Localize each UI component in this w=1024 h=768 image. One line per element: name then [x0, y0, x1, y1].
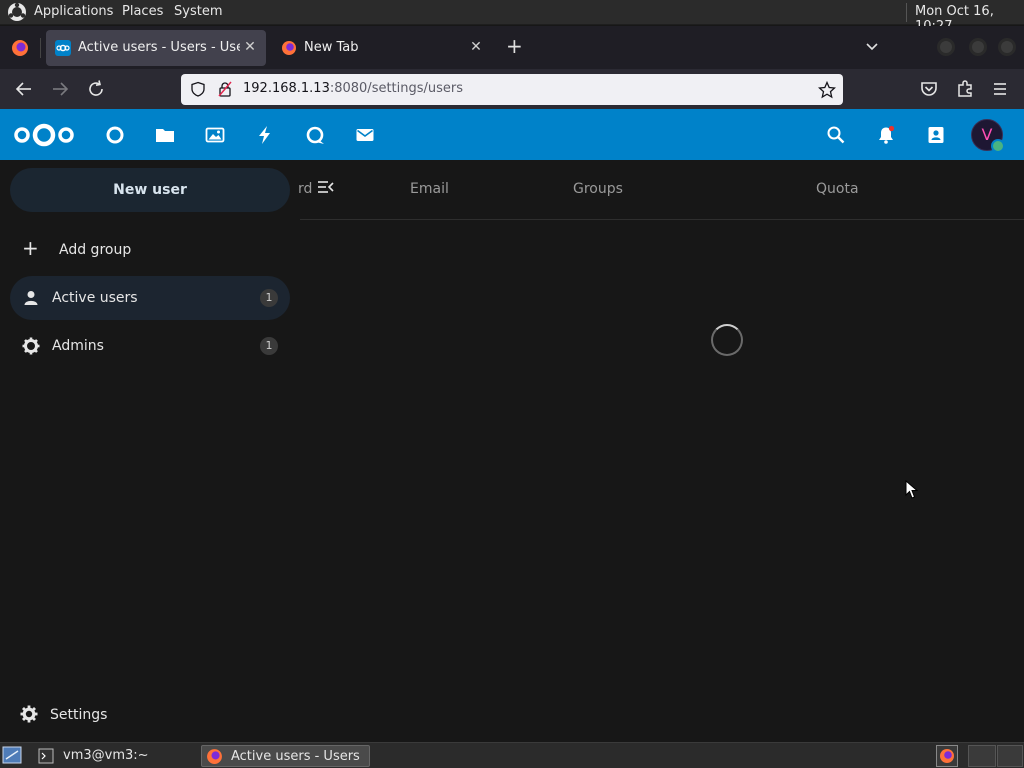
user-count-badge: 1 — [260, 289, 278, 307]
close-tab-icon[interactable]: ✕ — [468, 39, 484, 55]
nav-item-active-users[interactable]: Active users 1 — [10, 276, 290, 320]
nextcloud-favicon-icon — [55, 40, 71, 56]
workspace-3[interactable] — [997, 745, 1023, 767]
photos-icon[interactable] — [205, 125, 225, 145]
pocket-icon[interactable] — [917, 77, 941, 101]
reload-icon[interactable] — [84, 77, 108, 101]
column-header-quota: Quota — [816, 181, 859, 197]
nav-item-label: Admins — [52, 338, 104, 354]
plus-icon: + — [22, 236, 39, 260]
hamburger-menu-icon[interactable] — [988, 77, 1012, 101]
menu-places[interactable]: Places — [122, 4, 163, 19]
search-icon[interactable] — [826, 125, 846, 145]
new-user-button[interactable]: New user — [10, 168, 290, 212]
taskbar-item-firefox[interactable]: Active users - Users ... — [201, 745, 370, 767]
avatar-letter: V — [981, 125, 993, 144]
browser-nav-bar: 192.168.1.13:8080/settings/users — [0, 69, 1024, 109]
os-top-panel: Applications Places System Mon Oct 16, 1… — [0, 0, 1024, 34]
tracking-protection-shield-icon[interactable] — [190, 81, 206, 97]
back-arrow-icon[interactable] — [12, 77, 36, 101]
loading-spinner — [711, 324, 743, 356]
url-text: 192.168.1.13:8080/settings/users — [243, 81, 463, 96]
add-group-button[interactable]: + Add group — [10, 228, 290, 272]
activity-icon[interactable] — [255, 125, 275, 145]
mouse-pointer-icon — [905, 480, 919, 499]
os-taskbar: vm3@vm3:~ Active users - Users ... — [0, 742, 1024, 768]
tab-title: New Tab — [304, 40, 359, 55]
firefox-view-icon[interactable] — [10, 38, 30, 58]
mail-icon[interactable] — [355, 125, 375, 145]
workspace-2[interactable] — [968, 745, 996, 767]
nav-item-label: Active users — [52, 290, 138, 306]
panel-divider — [906, 3, 907, 22]
taskbar-item-label: Active users - Users ... — [231, 749, 365, 764]
close-tab-icon[interactable]: ✕ — [242, 39, 258, 55]
url-host: 192.168.1.13 — [243, 81, 330, 96]
new-tab-plus-icon[interactable]: + — [506, 36, 523, 56]
settings-label: Settings — [50, 707, 108, 723]
tab-active-users[interactable]: Active users - Users - Users ✕ — [46, 30, 266, 66]
contacts-icon[interactable] — [926, 125, 946, 145]
terminal-icon — [38, 748, 54, 764]
close-window-icon[interactable] — [998, 38, 1016, 56]
nextcloud-header: V — [0, 109, 1024, 160]
column-header-groups: Groups — [573, 181, 623, 197]
firefox-favicon-icon — [282, 41, 296, 55]
maximize-window-icon[interactable] — [969, 38, 987, 56]
address-bar[interactable]: 192.168.1.13:8080/settings/users — [181, 74, 843, 105]
show-desktop-icon[interactable] — [2, 746, 22, 764]
insecure-lock-icon[interactable] — [217, 81, 233, 97]
users-table-header: rd Email Groups Quota — [298, 160, 1024, 220]
talk-icon[interactable] — [305, 125, 325, 145]
menu-system[interactable]: System — [174, 4, 222, 19]
tab-divider — [40, 38, 41, 58]
list-all-tabs-chevron-down-icon[interactable] — [865, 41, 879, 53]
forward-arrow-icon[interactable] — [48, 77, 72, 101]
notifications-bell-icon[interactable] — [876, 125, 896, 145]
menu-applications[interactable]: Applications — [34, 4, 113, 19]
firefox-workspace-icon — [940, 749, 954, 763]
tab-title: Active users - Users - Users — [78, 40, 240, 55]
minimize-window-icon[interactable] — [937, 38, 955, 56]
files-icon[interactable] — [155, 125, 175, 145]
online-status-dot — [991, 139, 1005, 153]
nextcloud-logo-icon[interactable] — [12, 121, 76, 149]
user-count-badge: 1 — [260, 337, 278, 355]
dashboard-icon[interactable] — [105, 125, 125, 145]
taskbar-item-terminal[interactable]: vm3@vm3:~ — [34, 745, 196, 767]
bookmark-star-icon[interactable] — [818, 81, 836, 99]
settings-button[interactable]: Settings — [10, 693, 290, 733]
browser-tab-bar: Active users - Users - Users ✕ New Tab ✕… — [0, 26, 1024, 69]
taskbar-item-label: vm3@vm3:~ — [63, 748, 149, 763]
users-left-navigation: New user + Add group Active users 1 Admi… — [0, 160, 300, 742]
workspace-switcher[interactable] — [936, 745, 958, 767]
tab-new-tab[interactable]: New Tab ✕ — [272, 30, 492, 66]
toggle-navigation-icon[interactable] — [317, 179, 335, 195]
settings-gear-icon — [20, 705, 38, 723]
extensions-puzzle-icon[interactable] — [953, 77, 977, 101]
firefox-icon — [207, 749, 222, 764]
column-header-email: Email — [410, 181, 449, 197]
column-header-password-truncated: rd — [298, 181, 313, 197]
nav-item-admins[interactable]: Admins 1 — [10, 324, 290, 368]
user-icon — [24, 291, 38, 305]
url-path: :8080/settings/users — [329, 81, 464, 96]
admin-gear-icon — [22, 337, 40, 355]
os-menu-logo-icon[interactable] — [7, 2, 27, 22]
add-group-label: Add group — [59, 242, 132, 258]
